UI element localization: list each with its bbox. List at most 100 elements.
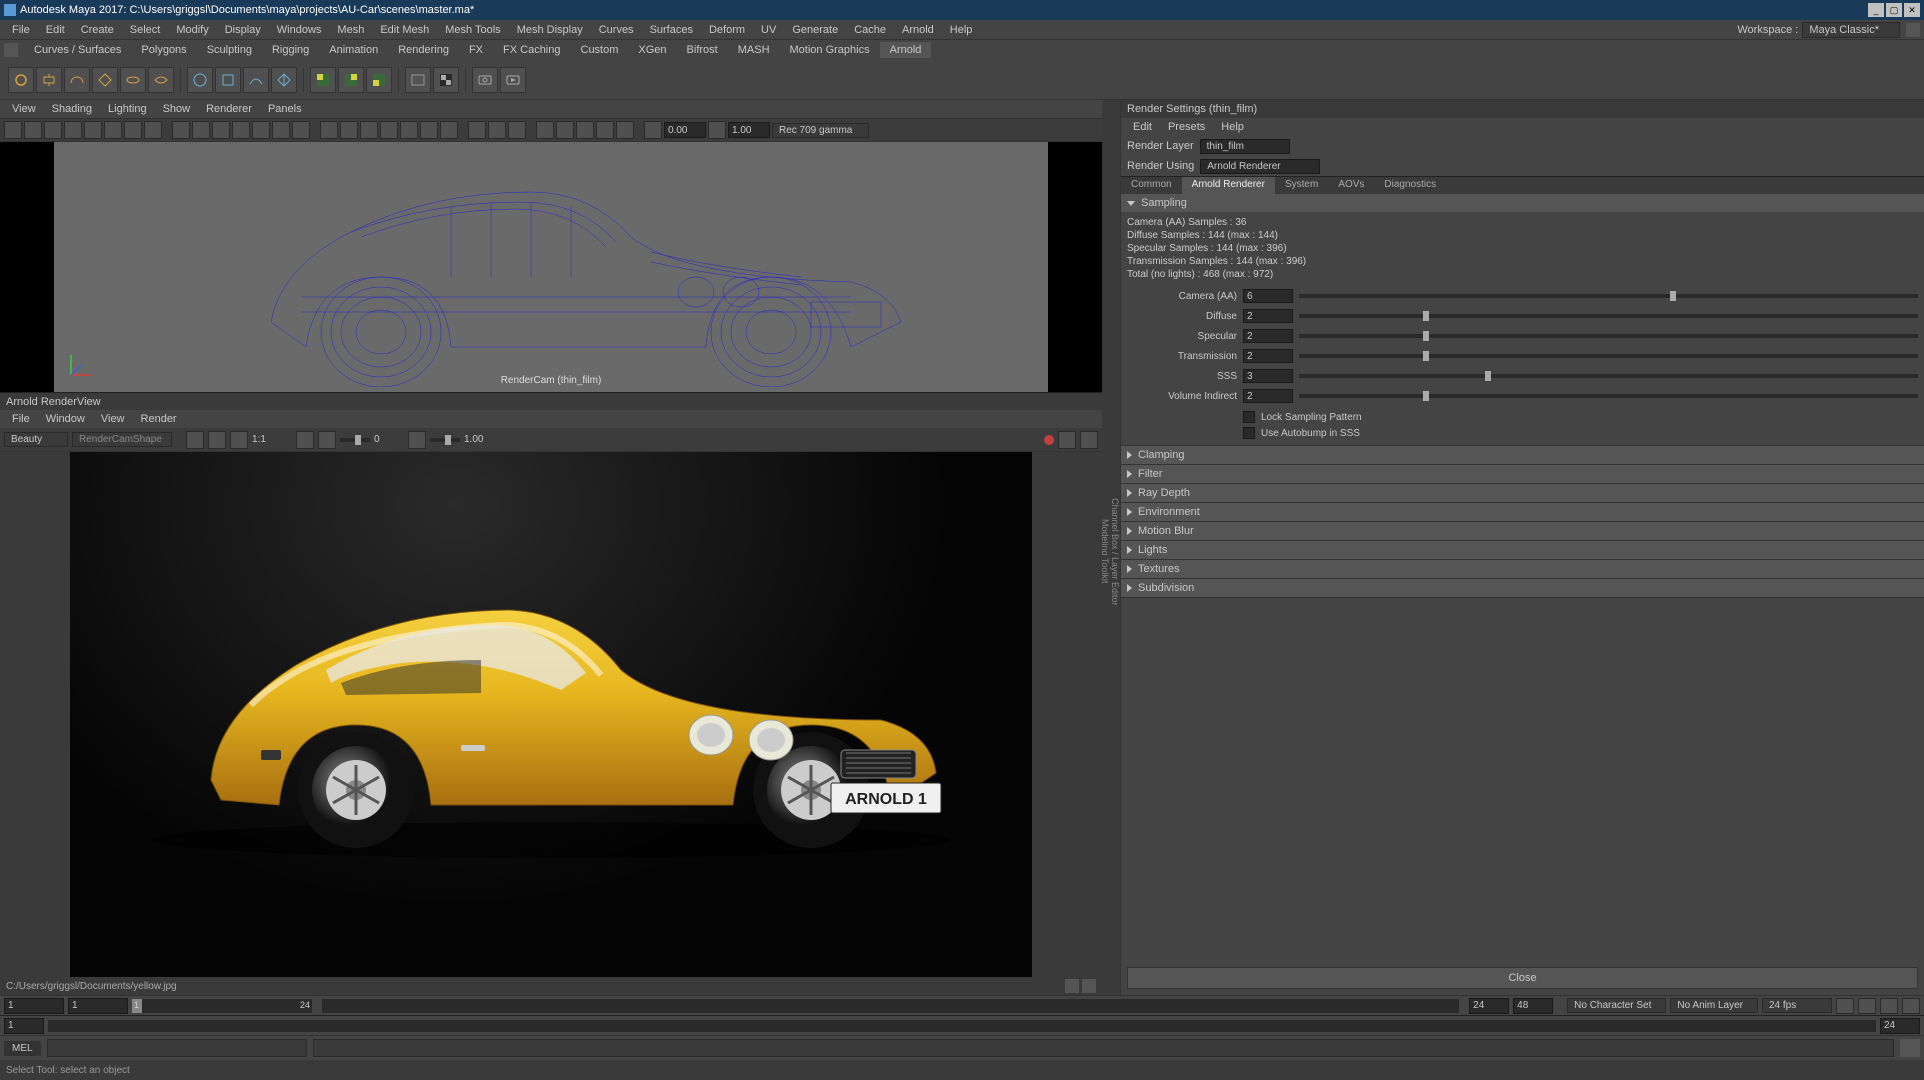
range-track[interactable] <box>48 1020 1876 1032</box>
rv-btn-crop-icon[interactable] <box>230 431 248 449</box>
shelf-btn-play[interactable] <box>500 67 526 93</box>
menu-create[interactable]: Create <box>73 24 122 36</box>
vp-btn[interactable] <box>104 121 122 139</box>
param-value-transmission[interactable] <box>1243 349 1293 363</box>
shelf-tab-fx[interactable]: FX <box>459 42 493 58</box>
rs-menu-help[interactable]: Help <box>1213 121 1252 133</box>
vp-btn[interactable] <box>420 121 438 139</box>
shelf-tab-sculpting[interactable]: Sculpting <box>197 42 262 58</box>
rv-menu-render[interactable]: Render <box>133 413 185 425</box>
vp-btn[interactable] <box>144 121 162 139</box>
menu-display[interactable]: Display <box>217 24 269 36</box>
loop-button-icon[interactable] <box>1836 998 1854 1014</box>
param-slider-volume-indirect[interactable] <box>1299 394 1918 398</box>
vp-btn[interactable] <box>4 121 22 139</box>
menu-deform[interactable]: Deform <box>701 24 753 36</box>
vp-btn[interactable] <box>556 121 574 139</box>
menu-edit[interactable]: Edit <box>38 24 73 36</box>
close-window-button[interactable]: ✕ <box>1904 3 1920 17</box>
menu-surfaces[interactable]: Surfaces <box>642 24 701 36</box>
param-value-diffuse[interactable] <box>1243 309 1293 323</box>
minimize-button[interactable]: _ <box>1868 3 1884 17</box>
shelf-btn-photometric[interactable] <box>120 67 146 93</box>
menu-mesh-display[interactable]: Mesh Display <box>509 24 591 36</box>
vp-btn[interactable] <box>272 121 290 139</box>
checkbox-lock-sampling[interactable] <box>1243 411 1255 423</box>
gamma-field[interactable] <box>728 122 770 138</box>
rv-btn-crosshair-icon[interactable] <box>186 431 204 449</box>
shelf-btn-sphere[interactable] <box>187 67 213 93</box>
menu-file[interactable]: File <box>4 24 38 36</box>
vp-btn[interactable] <box>616 121 634 139</box>
maximize-button[interactable]: ▢ <box>1886 3 1902 17</box>
autokey-button-icon[interactable] <box>1858 998 1876 1014</box>
rv-btn-settings-icon[interactable] <box>1080 431 1098 449</box>
character-set-select[interactable]: No Character Set <box>1567 998 1666 1013</box>
vp-btn[interactable] <box>24 121 42 139</box>
rv-menu-file[interactable]: File <box>4 413 38 425</box>
vp-btn[interactable] <box>468 121 486 139</box>
rs-tab-arnold-renderer[interactable]: Arnold Renderer <box>1182 177 1275 194</box>
vp-btn[interactable] <box>212 121 230 139</box>
shelf-btn-cube[interactable] <box>215 67 241 93</box>
shelf-menu-icon[interactable] <box>4 43 18 57</box>
script-editor-button-icon[interactable] <box>1900 1039 1920 1057</box>
vp-btn[interactable] <box>380 121 398 139</box>
section-lights-header[interactable]: Lights <box>1121 541 1924 559</box>
shelf-btn-aihair[interactable] <box>366 67 392 93</box>
rv-slider-exposure[interactable] <box>340 438 370 442</box>
vp-btn[interactable] <box>488 121 506 139</box>
time-field-2[interactable] <box>68 998 128 1014</box>
rv-menu-window[interactable]: Window <box>38 413 93 425</box>
vp-btn[interactable] <box>252 121 270 139</box>
fps-select[interactable]: 24 fps <box>1762 998 1832 1013</box>
vp-btn[interactable] <box>172 121 190 139</box>
rv-path-btn1[interactable] <box>1065 979 1079 993</box>
time-current-field[interactable] <box>4 998 64 1014</box>
shelf-tab-xgen[interactable]: XGen <box>628 42 676 58</box>
renderview-image-area[interactable]: ARNOLD 1 <box>0 452 1102 977</box>
shelf-btn-curve[interactable] <box>243 67 269 93</box>
checkbox-autobump-sss[interactable] <box>1243 427 1255 439</box>
shelf-tab-curves-surfaces[interactable]: Curves / Surfaces <box>24 42 131 58</box>
viewport-menu-shading[interactable]: Shading <box>44 103 100 115</box>
section-motion-blur-header[interactable]: Motion Blur <box>1121 522 1924 540</box>
menu-windows[interactable]: Windows <box>269 24 330 36</box>
viewport-menu-renderer[interactable]: Renderer <box>198 103 260 115</box>
vp-btn[interactable] <box>596 121 614 139</box>
section-sampling-header[interactable]: Sampling <box>1121 194 1924 212</box>
section-clamping-header[interactable]: Clamping <box>1121 446 1924 464</box>
section-ray-depth-header[interactable]: Ray Depth <box>1121 484 1924 502</box>
menu-select[interactable]: Select <box>122 24 169 36</box>
param-slider-sss[interactable] <box>1299 374 1918 378</box>
menu-cache[interactable]: Cache <box>846 24 894 36</box>
rv-scale[interactable]: 1:1 <box>252 434 282 445</box>
menu-uv[interactable]: UV <box>753 24 784 36</box>
param-value-sss[interactable] <box>1243 369 1293 383</box>
sidetab-channel-box[interactable]: Channel Box / Layer Editor <box>1110 492 1120 612</box>
workspace-lock-icon[interactable] <box>1906 23 1920 37</box>
shelf-tab-animation[interactable]: Animation <box>319 42 388 58</box>
shelf-btn-light-portal[interactable] <box>148 67 174 93</box>
rv-record-icon[interactable] <box>1044 435 1054 445</box>
mel-input[interactable] <box>47 1039 307 1057</box>
anim-layer-select[interactable]: No Anim Layer <box>1670 998 1758 1013</box>
time-track-main[interactable] <box>322 999 1459 1013</box>
shelf-tab-rigging[interactable]: Rigging <box>262 42 319 58</box>
vp-btn[interactable] <box>576 121 594 139</box>
vp-btn[interactable] <box>124 121 142 139</box>
rs-tab-system[interactable]: System <box>1275 177 1328 194</box>
shelf-btn-aiskin[interactable] <box>338 67 364 93</box>
range-end-field[interactable] <box>1880 1018 1920 1034</box>
shelf-btn-skydome[interactable] <box>64 67 90 93</box>
vp-btn[interactable] <box>320 121 338 139</box>
shelf-btn-renderview[interactable] <box>472 67 498 93</box>
shelf-tab-polygons[interactable]: Polygons <box>131 42 196 58</box>
workspace-select[interactable]: Maya Classic* <box>1802 22 1900 38</box>
gamma-icon[interactable] <box>708 121 726 139</box>
section-subdivision-header[interactable]: Subdivision <box>1121 579 1924 597</box>
menu-mesh-tools[interactable]: Mesh Tools <box>437 24 508 36</box>
rv-camera-select[interactable]: RenderCamShape <box>72 432 172 447</box>
vp-btn[interactable] <box>340 121 358 139</box>
menu-edit-mesh[interactable]: Edit Mesh <box>372 24 437 36</box>
